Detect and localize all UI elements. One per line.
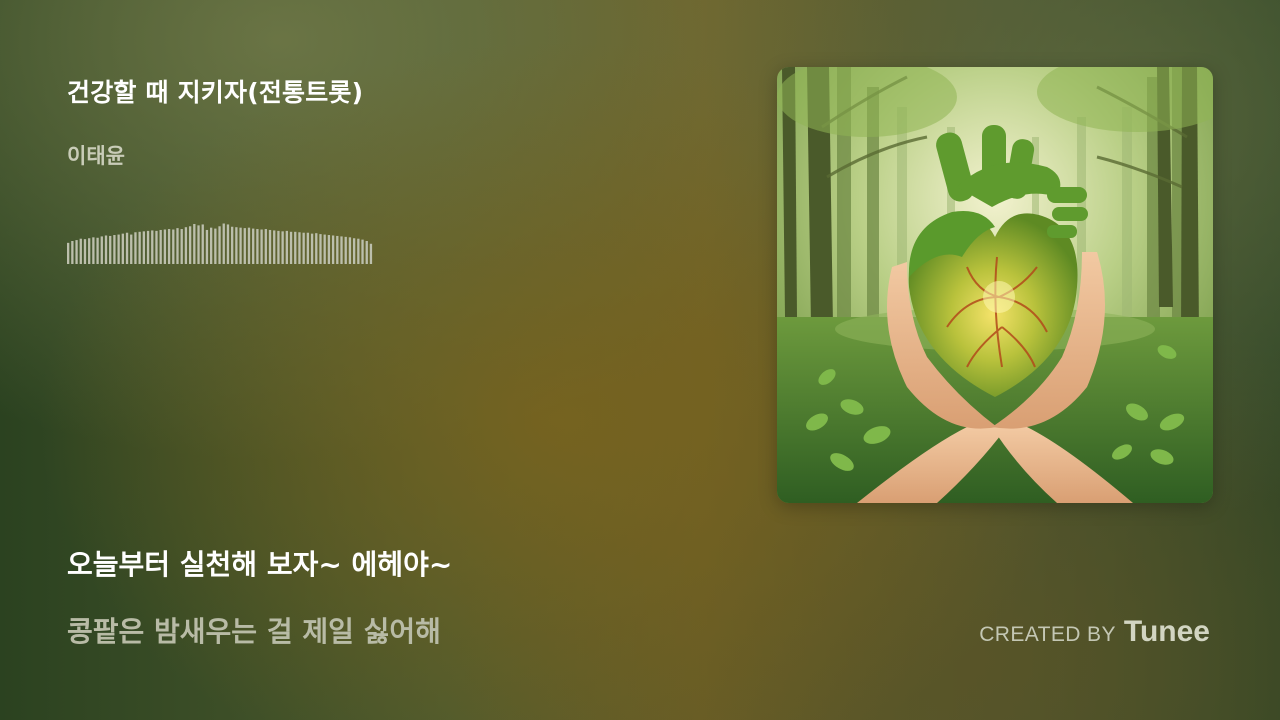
waveform-bar — [231, 226, 234, 264]
waveform-bar — [306, 232, 310, 264]
waveform-bar — [331, 235, 335, 264]
waveform-bar — [260, 229, 263, 264]
waveform-bar — [285, 230, 288, 264]
waveform-bar — [163, 229, 167, 264]
waveform-bar — [146, 230, 150, 264]
waveform-bar — [235, 227, 238, 264]
waveform-bar — [151, 230, 154, 264]
brand-logo-text: Tunee — [1123, 615, 1210, 648]
waveform-bar — [125, 232, 129, 264]
waveform-bar — [134, 232, 137, 264]
waveform-bar — [214, 228, 217, 264]
waveform-bar — [138, 231, 141, 264]
created-by-credit: CREATED BY Tunee — [979, 615, 1210, 649]
waveform-bar — [226, 224, 230, 264]
waveform-bar — [277, 230, 280, 264]
waveform-bar — [340, 236, 343, 264]
waveform-bar — [294, 231, 297, 264]
waveform-bar — [365, 241, 368, 264]
waveform-bar — [205, 229, 209, 264]
waveform-bar — [79, 238, 82, 264]
waveform-bar — [298, 232, 301, 264]
waveform-bar — [222, 223, 225, 264]
waveform-bar — [218, 226, 221, 264]
waveform-bar — [167, 229, 171, 264]
waveform-bar — [188, 226, 192, 264]
waveform-bar — [83, 239, 87, 264]
waveform-bar — [121, 233, 124, 264]
waveform-bar — [264, 229, 267, 264]
waveform-bar — [113, 235, 116, 264]
next-lyric-line: 콩팥은 밤새우는 걸 제일 싫어해 — [67, 615, 441, 648]
song-title: 건강할 때 지키자(전통트롯) — [67, 78, 364, 107]
waveform-bar — [327, 235, 331, 264]
waveform-bar — [201, 224, 204, 264]
waveform-bar — [357, 238, 360, 264]
waveform-bar — [159, 229, 162, 264]
waveform-bar — [130, 234, 133, 264]
waveform-bar — [104, 235, 108, 264]
waveform-bar — [96, 237, 99, 264]
waveform-bar — [352, 238, 356, 264]
waveform-bar — [273, 230, 276, 264]
waveform-bar — [344, 236, 347, 264]
waveform-bar — [252, 228, 255, 264]
waveform-bar — [302, 232, 305, 264]
waveform-bar — [71, 241, 74, 264]
artist-name: 이태윤 — [67, 144, 125, 168]
waveform-bar — [247, 227, 251, 264]
credit-prefix: CREATED BY — [979, 623, 1116, 646]
waveform-bar — [184, 227, 188, 264]
waveform-bar — [289, 231, 293, 264]
waveform-bar — [243, 228, 246, 264]
waveform-bar — [193, 223, 196, 264]
waveform-bar — [319, 234, 322, 264]
waveform-bar — [310, 233, 314, 264]
waveform-bar — [155, 230, 158, 264]
waveform-bar — [92, 237, 95, 264]
waveform-bar — [336, 235, 339, 264]
waveform-bar — [109, 235, 112, 264]
waveform-bar — [197, 225, 200, 264]
waveform-bar — [176, 228, 179, 264]
waveform-bar — [75, 240, 78, 264]
waveform-bar — [100, 236, 103, 264]
waveform-bar — [281, 231, 284, 264]
album-art-image — [777, 67, 1213, 503]
waveform-bar — [88, 238, 91, 264]
waveform-bar — [348, 237, 352, 264]
audio-waveform — [67, 223, 373, 264]
waveform-bar — [239, 227, 242, 264]
waveform-bar — [67, 242, 70, 264]
waveform-bar — [323, 234, 326, 264]
waveform-bar — [361, 239, 364, 264]
waveform-bar — [180, 229, 183, 264]
album-cover — [777, 67, 1213, 503]
waveform-bar — [209, 227, 213, 264]
waveform-bar — [315, 233, 318, 264]
waveform-bar — [369, 243, 373, 264]
current-lyric-line: 오늘부터 실천해 보자~ 에헤야~ — [67, 548, 453, 581]
waveform-bar — [268, 229, 272, 264]
waveform-bar — [172, 229, 175, 264]
waveform-bar — [256, 229, 259, 264]
waveform-bar — [117, 234, 120, 264]
waveform-bar — [142, 231, 146, 264]
